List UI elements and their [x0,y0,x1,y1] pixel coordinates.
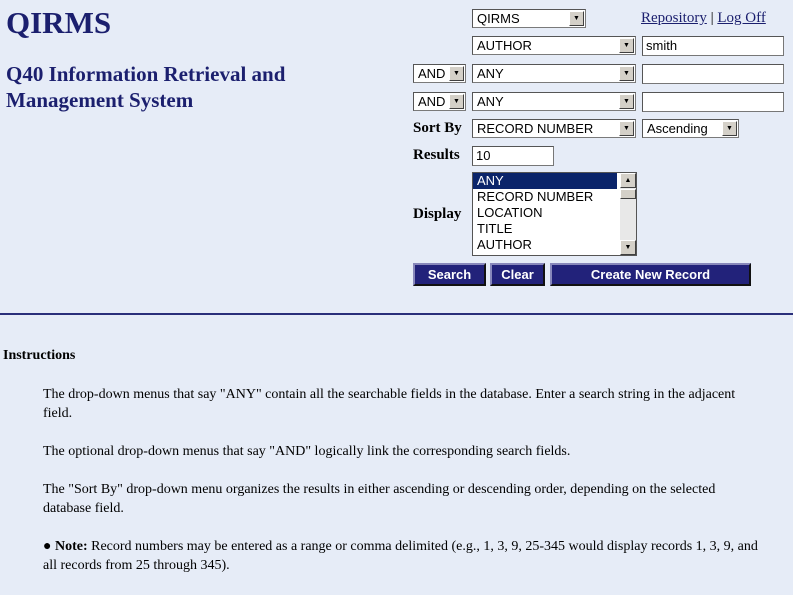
scroll-up-icon[interactable]: ▲ [620,173,636,188]
chevron-down-icon: ▼ [449,66,464,81]
chevron-down-icon: ▼ [619,38,634,53]
scrollbar[interactable]: ▲ ▼ [620,173,636,255]
log-off-link[interactable]: Log Off [717,10,765,26]
display-option[interactable]: TITLE [473,221,617,237]
scroll-down-icon[interactable]: ▼ [620,240,636,255]
create-new-record-button[interactable]: Create New Record [550,263,751,286]
display-listbox[interactable]: ANY RECORD NUMBER LOCATION TITLE AUTHOR … [472,172,637,256]
display-option[interactable]: AUTHOR [473,237,617,253]
chevron-down-icon: ▼ [619,94,634,109]
instruction-paragraph: The optional drop-down menus that say "A… [43,444,571,459]
chevron-down-icon: ▼ [449,94,464,109]
chevron-down-icon: ▼ [619,121,634,136]
search-input-2[interactable] [642,64,784,84]
top-links: Repository | Log Off [641,10,766,26]
search-input-3[interactable] [642,92,784,112]
database-select[interactable]: QIRMS ▼ [472,9,586,28]
repository-link[interactable]: Repository [641,10,707,26]
divider [0,313,793,315]
display-option[interactable]: LOCATION [473,205,617,221]
chevron-down-icon: ▼ [619,66,634,81]
operator-select-3[interactable]: AND ▼ [413,92,466,111]
field-select-3[interactable]: ANY ▼ [472,92,636,111]
display-option[interactable]: RECORD NUMBER [473,189,617,205]
chevron-down-icon: ▼ [569,11,584,26]
sort-field-select[interactable]: RECORD NUMBER ▼ [472,119,636,138]
field-select-2[interactable]: ANY ▼ [472,64,636,83]
instructions-heading: Instructions [3,348,76,363]
search-button[interactable]: Search [413,263,486,286]
results-input[interactable]: 10 [472,146,554,166]
results-label: Results [413,147,460,163]
instruction-paragraph: The drop-down menus that say "ANY" conta… [43,387,736,421]
display-label: Display [413,206,462,222]
instruction-paragraph: The "Sort By" drop-down menu organizes t… [43,482,716,516]
app-subtitle: Q40 Information Retrieval and Management … [6,62,286,112]
scroll-thumb[interactable] [620,189,636,199]
search-input-1[interactable]: smith [642,36,784,56]
sort-order-select[interactable]: Ascending ▼ [642,119,739,138]
display-option[interactable]: ANY [473,173,617,189]
sort-by-label: Sort By [413,120,462,136]
field-select-1[interactable]: AUTHOR ▼ [472,36,636,55]
app-title: QIRMS [6,5,112,40]
bullet-icon: ● [43,539,55,554]
operator-select-2[interactable]: AND ▼ [413,64,466,83]
chevron-down-icon: ▼ [722,121,737,136]
instruction-note: ● Note: Record numbers may be entered as… [43,539,758,573]
clear-button[interactable]: Clear [490,263,545,286]
